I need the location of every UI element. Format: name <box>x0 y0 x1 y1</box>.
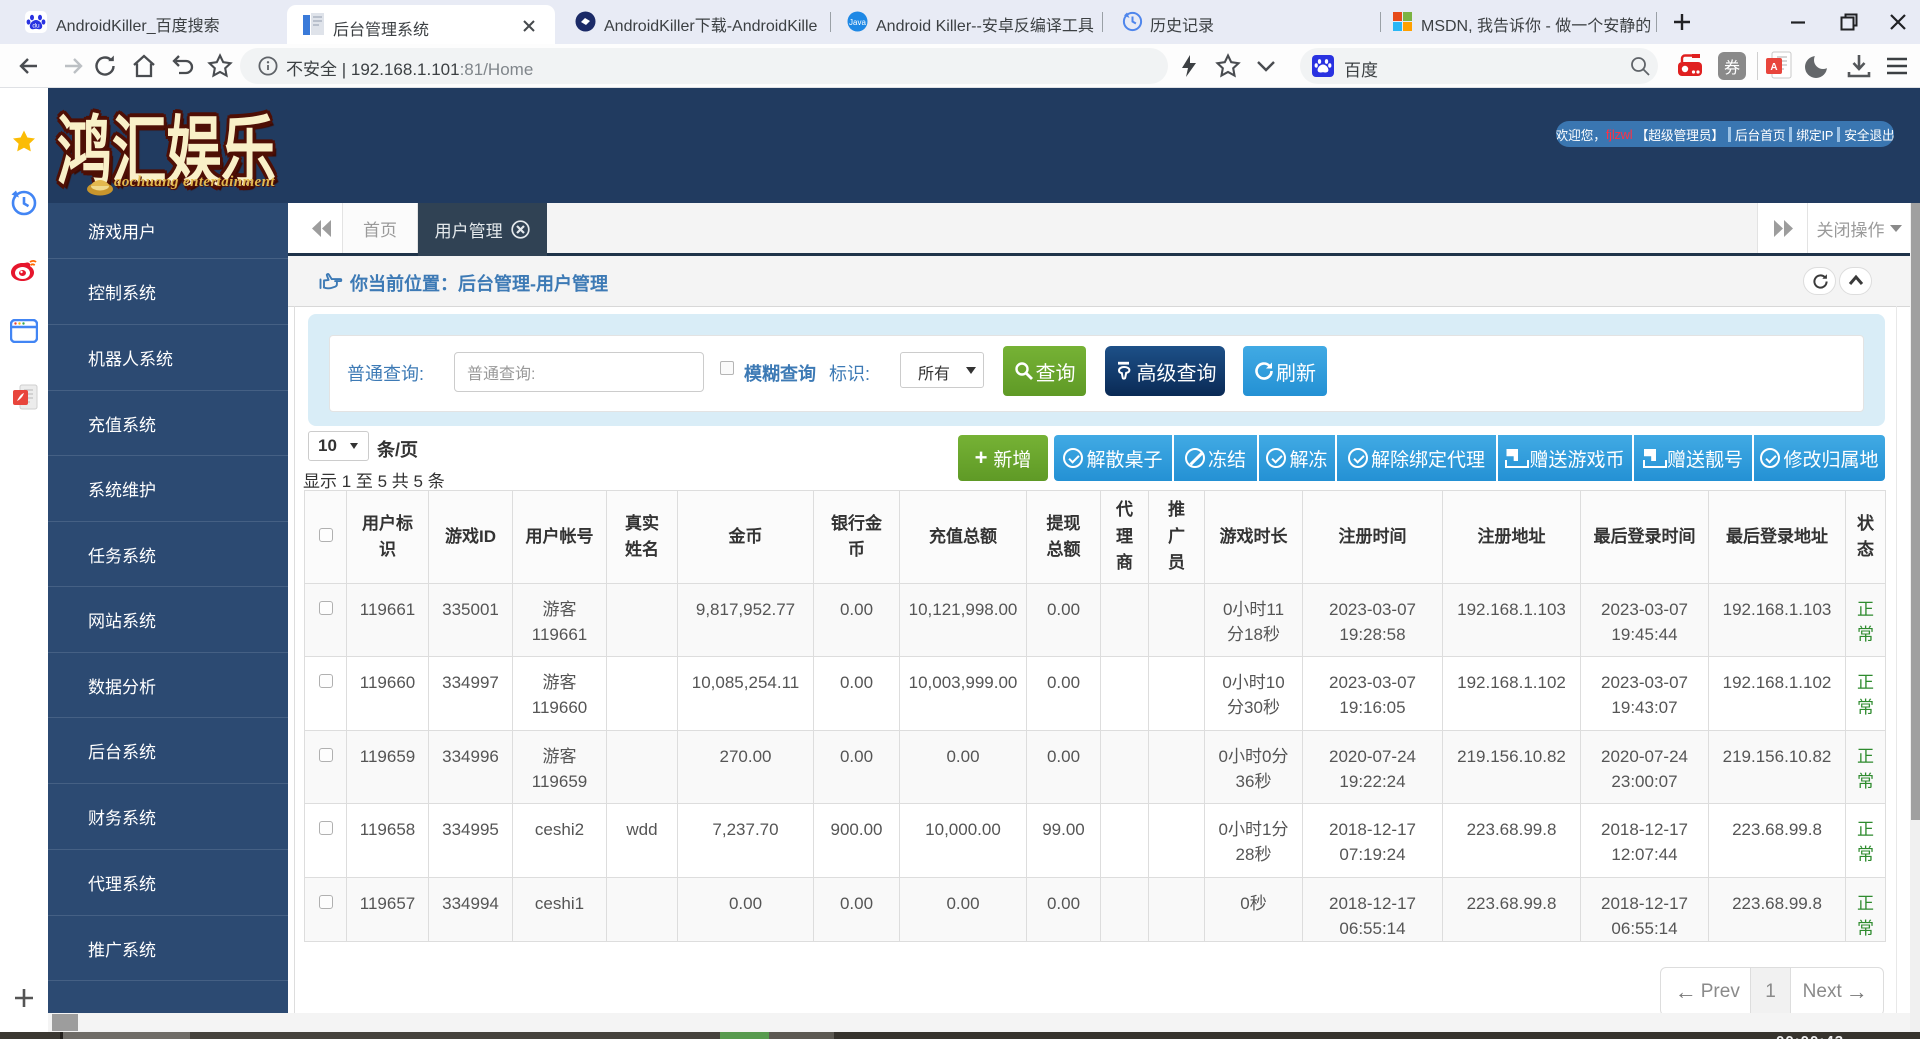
svg-text:du: du <box>32 22 40 29</box>
svg-text:A: A <box>1770 62 1777 73</box>
svg-text:Java: Java <box>849 18 866 27</box>
